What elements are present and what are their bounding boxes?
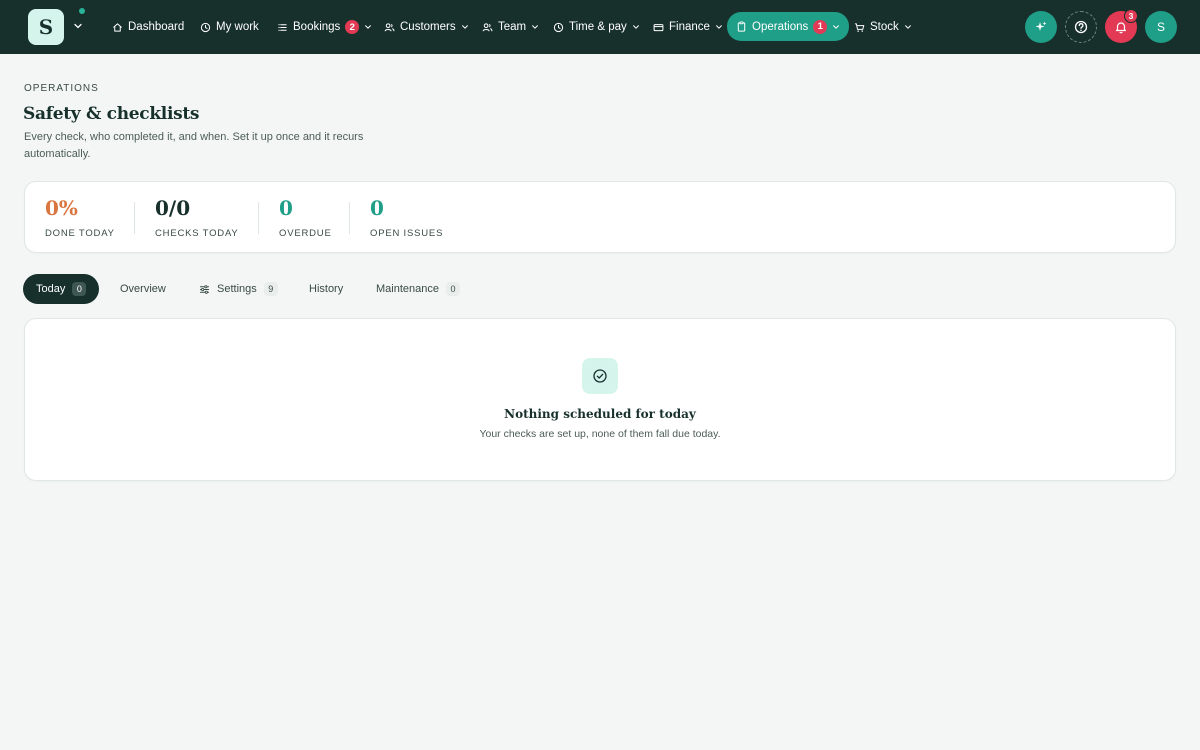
help-icon	[1074, 20, 1088, 34]
stat-done-today: 0% DONE TODAY	[45, 196, 115, 239]
chevron-down-icon	[532, 25, 539, 29]
stat-divider	[258, 202, 259, 234]
stat-value: 0	[370, 196, 384, 220]
tab-count-badge: 9	[263, 282, 278, 296]
stat-value: 0/0	[155, 196, 191, 220]
chevron-down-icon	[365, 25, 372, 29]
tab-settings[interactable]: Settings 9	[186, 274, 291, 304]
nav-label: Customers	[400, 21, 456, 33]
stat-label: DONE TODAY	[45, 228, 115, 239]
stat-overdue: 0 OVERDUE	[279, 196, 332, 239]
today-checks-panel: Nothing scheduled for today Your checks …	[24, 318, 1176, 481]
nav-item-bookings[interactable]: Bookings 2	[273, 13, 376, 41]
page-subtitle: Every check, who completed it, and when.…	[24, 131, 364, 160]
chevron-down-icon	[461, 25, 468, 29]
bell-icon	[1115, 22, 1127, 34]
status-dot	[79, 8, 85, 14]
nav-item-my-work[interactable]: My work	[196, 13, 263, 41]
help-button[interactable]	[1065, 11, 1097, 43]
top-navigation-bar: S Dashboard My work Bookings 2 Customers…	[0, 0, 1200, 54]
user-avatar[interactable]: S	[1145, 11, 1177, 43]
cart-icon	[854, 22, 865, 32]
tab-count-badge: 0	[446, 282, 460, 296]
ai-assistant-button[interactable]	[1025, 11, 1057, 43]
tab-label: Overview	[120, 283, 166, 295]
clock-icon	[200, 22, 211, 32]
nav-label: Time & pay	[569, 21, 627, 33]
nav-item-operations[interactable]: Operations 1	[727, 12, 850, 41]
list-icon	[278, 23, 287, 31]
nav-label: My work	[216, 21, 259, 33]
tab-today[interactable]: Today 0	[23, 274, 100, 304]
clock-icon	[553, 22, 564, 32]
tab-label: Settings	[217, 283, 257, 295]
nav-label: Stock	[870, 21, 899, 33]
stat-label: OPEN ISSUES	[370, 228, 444, 239]
empty-state-icon-container	[582, 358, 618, 394]
sparkle-icon	[1035, 21, 1047, 31]
chevron-down-icon	[632, 25, 639, 29]
tab-label: Today	[36, 283, 66, 295]
team-icon	[482, 22, 493, 31]
home-icon	[113, 22, 122, 32]
notifications-count-badge: 3	[1124, 9, 1138, 23]
chevron-down-icon	[716, 25, 722, 29]
tab-label: Maintenance	[376, 283, 439, 295]
chevron-down-icon	[833, 24, 840, 29]
stat-label: OVERDUE	[279, 228, 332, 239]
nav-label: Team	[498, 21, 527, 33]
nav-item-time-and-pay[interactable]: Time & pay	[549, 13, 644, 41]
empty-state-title: Nothing scheduled for today	[504, 407, 696, 421]
chevron-down-icon	[904, 25, 911, 29]
tab-maintenance[interactable]: Maintenance 0	[363, 274, 473, 304]
bookings-count-badge: 2	[345, 20, 360, 34]
tab-history[interactable]: History	[296, 274, 356, 304]
sliders-icon	[199, 284, 210, 294]
stat-label: CHECKS TODAY	[155, 228, 239, 239]
nav-item-team[interactable]: Team	[478, 13, 543, 41]
nav-label: Dashboard	[128, 21, 185, 33]
nav-item-finance[interactable]: Finance	[649, 13, 727, 41]
section-eyebrow: OPERATIONS	[24, 83, 99, 94]
stat-divider	[349, 202, 350, 234]
clipboard-icon	[737, 21, 746, 32]
stat-open-issues: 0 OPEN ISSUES	[370, 196, 443, 239]
tab-label: History	[309, 283, 344, 295]
nav-label: Bookings	[293, 21, 341, 33]
nav-item-dashboard[interactable]: Dashboard	[108, 13, 188, 41]
empty-state-message: Your checks are set up, none of them fal…	[479, 428, 721, 440]
tab-overview[interactable]: Overview	[107, 274, 179, 304]
check-circle-icon	[593, 369, 607, 383]
page-title: Safety & checklists	[23, 104, 200, 124]
nav-label: Finance	[669, 21, 710, 33]
stats-summary-card: 0% DONE TODAY 0/0 CHECKS TODAY 0 OVERDUE…	[24, 181, 1176, 253]
logo-letter: S	[38, 15, 54, 39]
nav-item-stock[interactable]: Stock	[850, 13, 916, 41]
nav-label: Operations	[752, 20, 809, 33]
card-icon	[653, 23, 664, 31]
app-logo[interactable]: S	[28, 9, 64, 45]
nav-item-customers[interactable]: Customers	[380, 13, 473, 41]
stat-value: 0%	[45, 196, 78, 220]
stat-checks-today: 0/0 CHECKS TODAY	[155, 196, 239, 239]
users-icon	[384, 22, 395, 31]
operations-count-badge: 1	[813, 19, 828, 34]
workspace-switcher-chevron-icon[interactable]	[72, 20, 84, 32]
stat-value: 0	[279, 196, 293, 220]
stat-divider	[134, 202, 135, 234]
tab-count-badge: 0	[72, 282, 87, 296]
